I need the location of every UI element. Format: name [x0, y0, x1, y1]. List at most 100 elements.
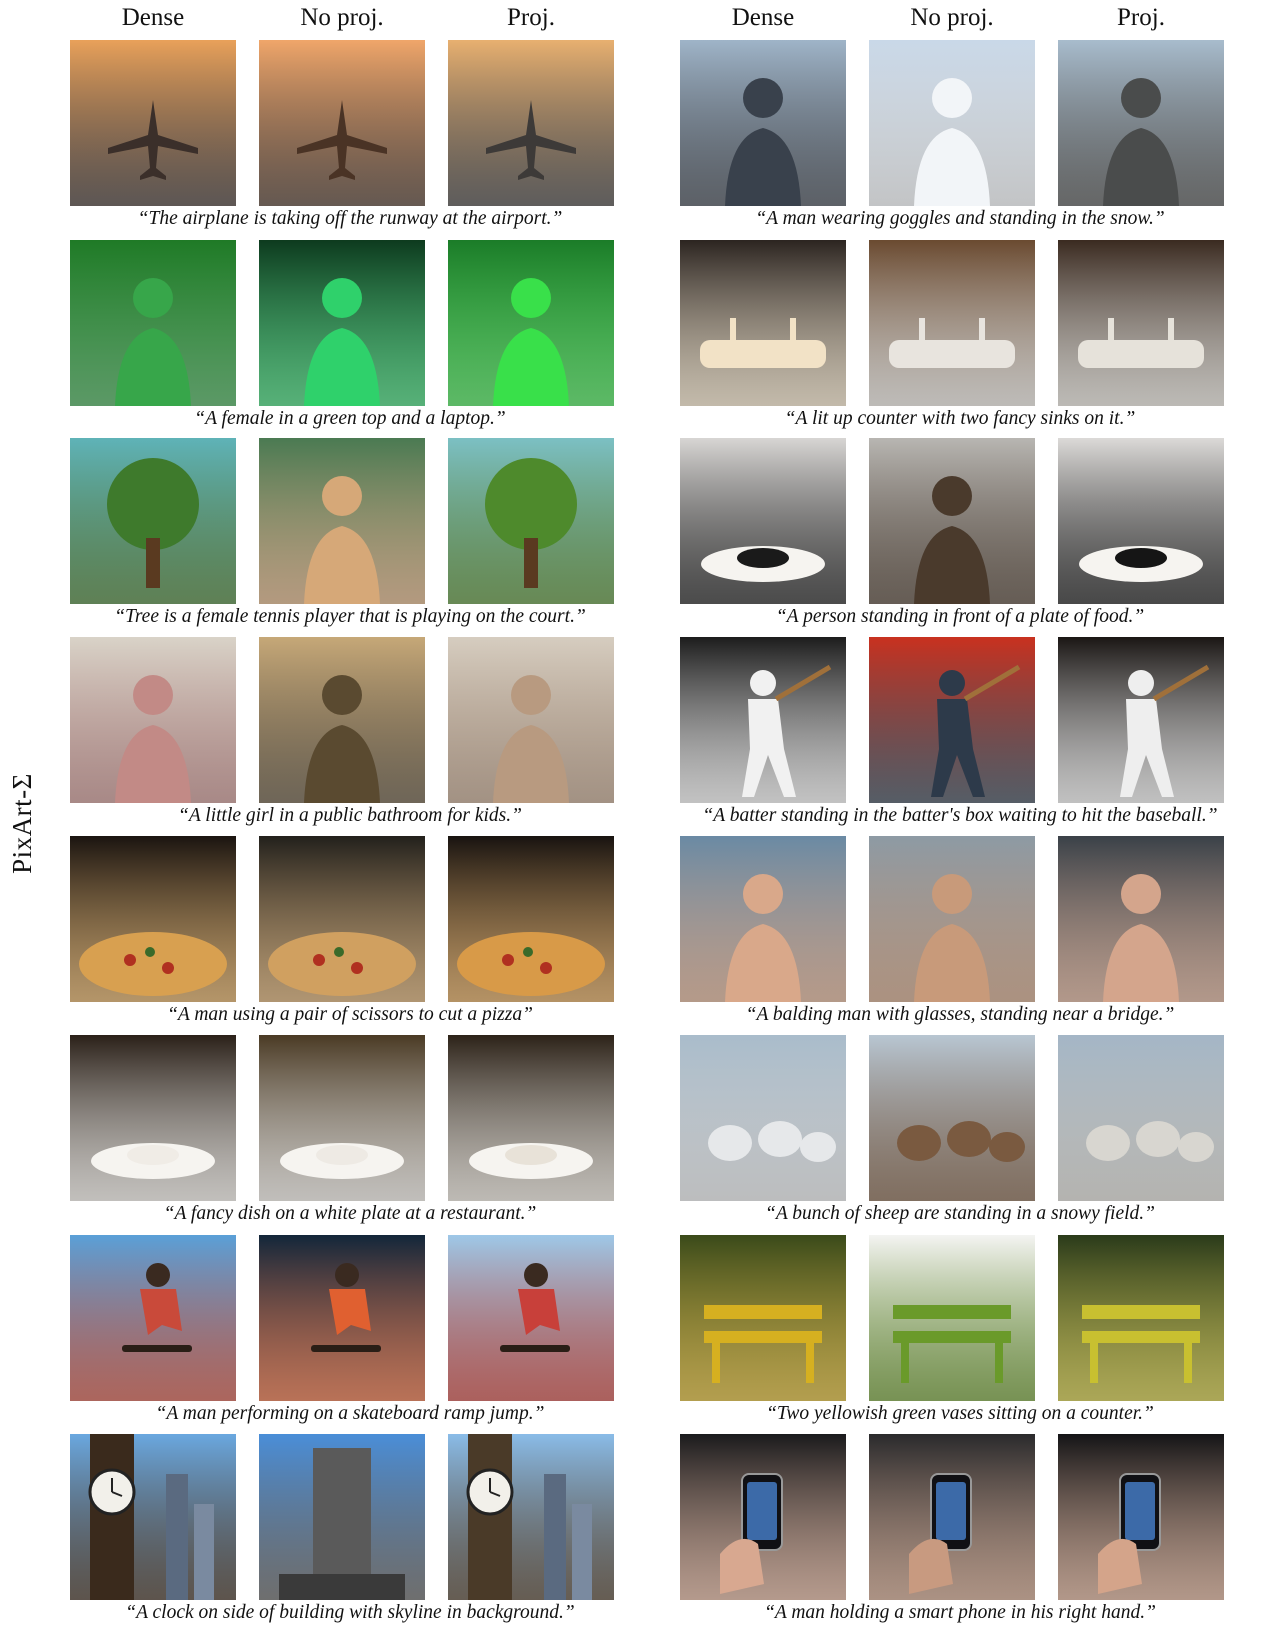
panel-4-image-2 [869, 240, 1035, 406]
panel-14-image-3 [1058, 1235, 1224, 1401]
pizza-icon [259, 836, 425, 1002]
panel-4-image-1 [680, 240, 846, 406]
panel-12-image-1 [680, 1035, 846, 1201]
column-header-2: No proj. [300, 4, 384, 31]
panel-11-image-2 [259, 1035, 425, 1201]
person-icon [70, 637, 236, 803]
panel-6-image-2 [869, 438, 1035, 604]
panel-8-caption: “A batter standing in the batter's box w… [702, 805, 1218, 826]
person-icon [1058, 836, 1224, 1002]
plate-icon [70, 1035, 236, 1201]
person-icon [259, 637, 425, 803]
baseball-icon [680, 637, 846, 803]
plate-icon [1058, 438, 1224, 604]
panel-9-image-3 [448, 836, 614, 1002]
baseball-icon [869, 637, 1035, 803]
panel-1-caption: “The airplane is taking off the runway a… [137, 208, 563, 229]
person-icon [680, 40, 846, 206]
person-icon [259, 240, 425, 406]
panel-7-caption: “A little girl in a public bathroom for … [178, 805, 522, 826]
panel-5-image-1 [70, 438, 236, 604]
tree-icon [448, 438, 614, 604]
panel-2-image-1 [680, 40, 846, 206]
person-icon [869, 438, 1035, 604]
panel-11-image-1 [70, 1035, 236, 1201]
column-header-4: Dense [731, 4, 795, 31]
panel-16-image-1 [680, 1434, 846, 1600]
panel-3-image-3 [448, 240, 614, 406]
panel-7-image-1 [70, 637, 236, 803]
bench-icon [869, 1235, 1035, 1401]
panel-1-image-3 [448, 40, 614, 206]
panel-12-caption: “A bunch of sheep are standing in a snow… [765, 1203, 1155, 1224]
clock-icon [70, 1434, 236, 1600]
panel-3-image-2 [259, 240, 425, 406]
column-header-1: Dense [121, 4, 185, 31]
panel-14-image-1 [680, 1235, 846, 1401]
panel-13-caption: “A man performing on a skateboard ramp j… [155, 1403, 545, 1424]
panel-12-image-3 [1058, 1035, 1224, 1201]
skateboard-icon [70, 1235, 236, 1401]
column-header-3: Proj. [507, 4, 555, 31]
sink-icon [869, 240, 1035, 406]
plate-icon [680, 438, 846, 604]
building-icon [259, 1434, 425, 1600]
person-icon [448, 240, 614, 406]
panel-2-image-3 [1058, 40, 1224, 206]
panel-9-image-2 [259, 836, 425, 1002]
panel-3-image-1 [70, 240, 236, 406]
row-label: PixArt-Σ [0, 0, 44, 1646]
panel-7-image-2 [259, 637, 425, 803]
panel-2-caption: “A man wearing goggles and standing in t… [755, 208, 1165, 229]
airplane-icon [448, 40, 614, 206]
airplane-icon [259, 40, 425, 206]
panel-16-image-3 [1058, 1434, 1224, 1600]
column-header-6: Proj. [1117, 4, 1165, 31]
panel-13-image-1 [70, 1235, 236, 1401]
panel-11-image-3 [448, 1035, 614, 1201]
panel-8-image-3 [1058, 637, 1224, 803]
panel-4-caption: “A lit up counter with two fancy sinks o… [784, 408, 1136, 429]
sheep-icon [680, 1035, 846, 1201]
panel-9-caption: “A man using a pair of scissors to cut a… [167, 1004, 533, 1025]
clock-icon [448, 1434, 614, 1600]
phone-icon [1058, 1434, 1224, 1600]
sink-icon [680, 240, 846, 406]
person-icon [680, 836, 846, 1002]
panel-1-image-2 [259, 40, 425, 206]
panel-6-image-1 [680, 438, 846, 604]
panel-11-caption: “A fancy dish on a white plate at a rest… [163, 1203, 537, 1224]
panel-10-image-2 [869, 836, 1035, 1002]
person-icon [869, 836, 1035, 1002]
panel-15-caption: “A clock on side of building with skylin… [125, 1602, 575, 1623]
airplane-icon [70, 40, 236, 206]
panel-14-caption: “Two yellowish green vases sitting on a … [766, 1403, 1154, 1424]
person-icon [1058, 40, 1224, 206]
panel-5-image-3 [448, 438, 614, 604]
panel-10-image-1 [680, 836, 846, 1002]
panel-2-image-2 [869, 40, 1035, 206]
panel-1-image-1 [70, 40, 236, 206]
panel-15-image-2 [259, 1434, 425, 1600]
sheep-icon [1058, 1035, 1224, 1201]
panel-12-image-2 [869, 1035, 1035, 1201]
bench-icon [1058, 1235, 1224, 1401]
panel-10-image-3 [1058, 836, 1224, 1002]
pizza-icon [70, 836, 236, 1002]
plate-icon [448, 1035, 614, 1201]
skateboard-icon [259, 1235, 425, 1401]
panel-5-image-2 [259, 438, 425, 604]
tree-icon [70, 438, 236, 604]
panel-4-image-3 [1058, 240, 1224, 406]
panel-15-image-1 [70, 1434, 236, 1600]
column-header-5: No proj. [910, 4, 994, 31]
sink-icon [1058, 240, 1224, 406]
panel-8-image-1 [680, 637, 846, 803]
panel-5-caption: “Tree is a female tennis player that is … [114, 606, 586, 627]
baseball-icon [1058, 637, 1224, 803]
panel-8-image-2 [869, 637, 1035, 803]
person-icon [448, 637, 614, 803]
pizza-icon [448, 836, 614, 1002]
panel-13-image-3 [448, 1235, 614, 1401]
panel-14-image-2 [869, 1235, 1035, 1401]
